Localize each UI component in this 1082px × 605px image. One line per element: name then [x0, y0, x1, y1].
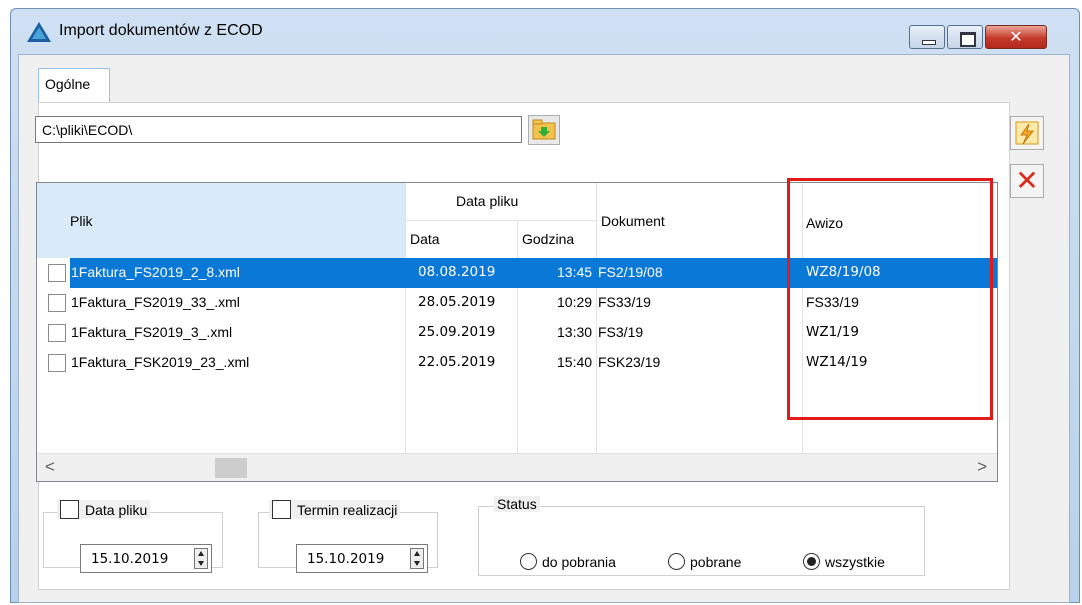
- cell-dokument: FSK23/19: [598, 354, 661, 370]
- termin-checkbox-box[interactable]: [272, 500, 291, 519]
- radio-do-pobrania-circle[interactable]: [520, 553, 537, 570]
- header-data-pliku: Data pliku: [405, 183, 596, 221]
- cell-plik: 1Faktura_FS2019_2_8.xml: [71, 264, 240, 280]
- radio-do-pobrania[interactable]: do pobrania: [520, 553, 616, 570]
- termin-date-input[interactable]: 15.10.2019: [296, 544, 428, 573]
- radio-wszystkie-circle[interactable]: [803, 553, 820, 570]
- cell-godzina: 10:29: [557, 294, 593, 310]
- folder-download-icon: [532, 119, 556, 140]
- title-bar[interactable]: Import dokumentów z ECOD ✕: [11, 9, 1079, 53]
- radio-pobrane[interactable]: pobrane: [668, 553, 741, 570]
- cell-dokument: FS33/19: [598, 294, 651, 310]
- cell-godzina: 13:30: [557, 324, 593, 340]
- scroll-right-icon[interactable]: >: [977, 457, 987, 477]
- browse-folder-button[interactable]: [528, 115, 560, 145]
- lightning-icon: [1015, 121, 1039, 145]
- header-dokument[interactable]: Dokument: [596, 183, 802, 258]
- maximize-button[interactable]: [947, 25, 983, 49]
- cell-plik: 1Faktura_FSK2019_23_.xml: [71, 354, 250, 370]
- scroll-thumb[interactable]: [215, 458, 247, 478]
- header-godzina[interactable]: Godzina: [517, 221, 596, 258]
- row-checkbox[interactable]: [48, 294, 66, 312]
- row-checkbox[interactable]: [48, 264, 66, 282]
- window-title: Import dokumentów z ECOD: [59, 22, 263, 39]
- radio-wszystkie[interactable]: wszystkie: [803, 553, 885, 570]
- radio-do-pobrania-label: do pobrania: [542, 553, 616, 570]
- termin-checkbox[interactable]: Termin realizacji: [269, 500, 401, 519]
- header-data[interactable]: Data: [405, 221, 517, 258]
- cell-godzina: 15:40: [557, 354, 593, 370]
- radio-pobrane-circle[interactable]: [668, 553, 685, 570]
- path-input[interactable]: C:\pliki\ECOD\: [35, 116, 522, 143]
- date-spinner-icon[interactable]: [410, 548, 424, 569]
- header-data-pliku-label: Data pliku: [456, 193, 519, 209]
- delete-button[interactable]: ✕: [1010, 164, 1044, 198]
- radio-pobrane-label: pobrane: [690, 553, 742, 570]
- cell-data: 08.08.2019: [418, 264, 496, 280]
- header-plik-label: Plik: [70, 213, 93, 229]
- header-plik[interactable]: Plik: [37, 183, 405, 258]
- termin-label: Termin realizacji: [297, 501, 398, 518]
- close-icon: ✕: [1009, 29, 1023, 46]
- header-dokument-label: Dokument: [601, 213, 665, 229]
- data-pliku-checkbox-box[interactable]: [60, 500, 79, 519]
- delete-icon: ✕: [1015, 165, 1039, 196]
- status-label: Status: [494, 496, 540, 512]
- cell-dokument: FS2/19/08: [598, 264, 663, 280]
- horizontal-scrollbar[interactable]: < >: [37, 453, 997, 481]
- cell-plik: 1Faktura_FS2019_3_.xml: [71, 324, 233, 340]
- cell-godzina: 13:45: [557, 264, 593, 280]
- awizo-highlight-frame: [787, 178, 993, 420]
- header-data-label: Data: [410, 231, 440, 247]
- radio-wszystkie-label: wszystkie: [825, 553, 885, 570]
- tab-ogolne[interactable]: Ogólne: [38, 68, 110, 102]
- termin-date-value: 15.10.2019: [307, 551, 385, 567]
- cell-dokument: FS3/19: [598, 324, 644, 340]
- header-godzina-label: Godzina: [522, 231, 575, 247]
- date-spinner-icon[interactable]: [194, 548, 208, 569]
- data-pliku-date-input[interactable]: 15.10.2019: [80, 544, 212, 573]
- row-checkbox[interactable]: [48, 354, 66, 372]
- data-pliku-label: Data pliku: [85, 501, 148, 518]
- tab-ogolne-label: Ogólne: [45, 76, 91, 92]
- cell-plik: 1Faktura_FS2019_33_.xml: [71, 294, 240, 310]
- cell-data: 22.05.2019: [418, 354, 496, 370]
- close-button[interactable]: ✕: [985, 25, 1047, 49]
- minimize-button[interactable]: [909, 25, 945, 49]
- row-checkbox[interactable]: [48, 324, 66, 342]
- scroll-left-icon[interactable]: <: [45, 457, 55, 477]
- data-pliku-date-value: 15.10.2019: [91, 551, 169, 567]
- cell-data: 25.09.2019: [418, 324, 496, 340]
- app-logo-icon: [27, 22, 51, 42]
- run-import-button[interactable]: [1010, 116, 1044, 150]
- cell-data: 28.05.2019: [418, 294, 496, 310]
- data-pliku-checkbox[interactable]: Data pliku: [57, 500, 151, 519]
